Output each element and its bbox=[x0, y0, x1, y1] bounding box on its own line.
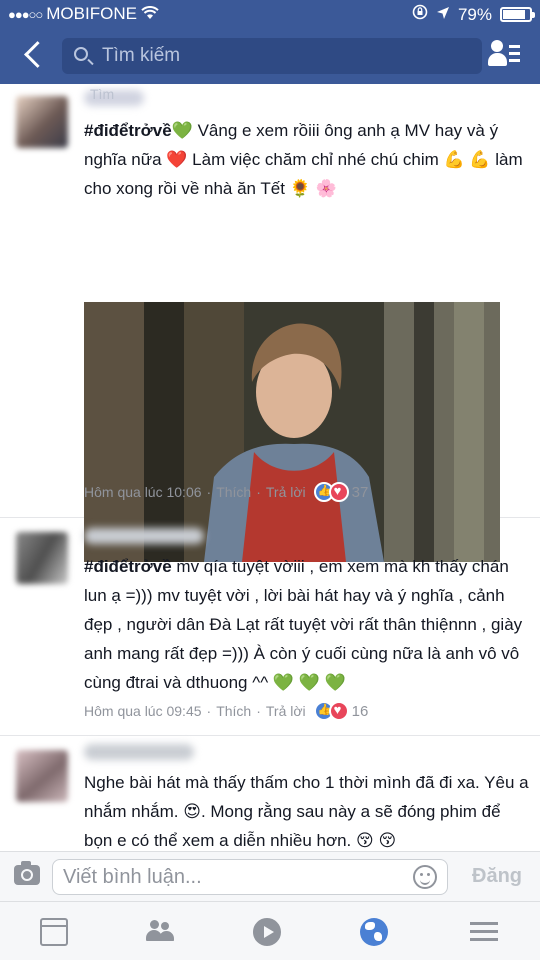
news-feed-icon[interactable] bbox=[40, 918, 68, 946]
search-input[interactable]: Tìm kiếm bbox=[62, 38, 482, 74]
avatar[interactable] bbox=[16, 750, 68, 802]
battery-percent: 79% bbox=[457, 4, 492, 24]
comment-item: #điđểtrởvề mv qía tuyệt vờiii , em xem m… bbox=[0, 518, 540, 736]
menu-icon[interactable] bbox=[470, 918, 498, 946]
love-reaction-icon bbox=[328, 701, 349, 721]
battery-icon bbox=[500, 7, 535, 22]
friends-icon[interactable] bbox=[146, 918, 174, 946]
reaction-count: 37 bbox=[351, 483, 369, 501]
reactions[interactable]: 16 bbox=[313, 701, 369, 721]
comment-item: Nghe bài hát mà thấy thấm cho 1 thời mìn… bbox=[0, 736, 540, 851]
friend-requests-icon[interactable] bbox=[488, 40, 520, 70]
comment-time[interactable]: Hôm qua lúc 10:06 bbox=[84, 484, 202, 500]
faded-label: Tìm bbox=[90, 86, 115, 102]
comment-meta: Hôm qua lúc 10:06 · Thích · Trả lời 37 bbox=[84, 482, 368, 502]
top-bar: ●●●○○ MOBIFONE 79% Tìm kiếm bbox=[0, 0, 540, 84]
signal-icon: ●●●○○ bbox=[8, 6, 43, 22]
nav-bar: Tìm kiếm bbox=[0, 30, 540, 82]
avatar[interactable] bbox=[16, 96, 68, 148]
comment-text: #điđểtrởvề💚 Vâng e xem rồiii ông anh ạ M… bbox=[84, 121, 523, 198]
like-link[interactable]: Thích bbox=[216, 703, 251, 719]
comment-text: #điđểtrởvề mv qía tuyệt vờiii , em xem m… bbox=[84, 557, 523, 692]
comment-text: Nghe bài hát mà thấy thấm cho 1 thời mìn… bbox=[84, 773, 529, 850]
location-icon bbox=[436, 5, 450, 25]
author-name-blurred[interactable] bbox=[84, 528, 204, 544]
tab-bar bbox=[0, 901, 540, 960]
lock-rotation-icon bbox=[412, 4, 428, 25]
search-placeholder: Tìm kiếm bbox=[102, 45, 181, 66]
reply-link[interactable]: Trả lời bbox=[266, 484, 306, 500]
back-chevron-icon[interactable] bbox=[20, 40, 50, 70]
like-link[interactable]: Thích bbox=[216, 484, 251, 500]
emoji-icon[interactable] bbox=[413, 865, 437, 889]
reactions[interactable]: 37 bbox=[313, 482, 369, 502]
search-icon bbox=[74, 47, 88, 61]
reaction-count: 16 bbox=[351, 702, 369, 720]
comment-meta: Hôm qua lúc 09:45 · Thích · Trả lời 16 bbox=[84, 701, 368, 721]
reply-link[interactable]: Trả lời bbox=[266, 703, 306, 719]
comment-item: Tìm #điđểtrởvề💚 Vâng e xem rồiii ông anh… bbox=[0, 84, 540, 562]
camera-icon[interactable] bbox=[14, 861, 40, 885]
status-bar: ●●●○○ MOBIFONE 79% bbox=[0, 0, 540, 28]
video-icon[interactable] bbox=[253, 918, 281, 946]
post-button[interactable]: Đăng bbox=[472, 865, 522, 888]
comment-placeholder: Viết bình luận... bbox=[63, 866, 202, 888]
notifications-globe-icon[interactable] bbox=[360, 918, 388, 946]
comment-composer: Viết bình luận... Đăng bbox=[0, 851, 540, 901]
hashtag-link[interactable]: #điđểtrởvề bbox=[84, 121, 172, 140]
carrier-name: MOBIFONE bbox=[46, 4, 137, 23]
avatar[interactable] bbox=[16, 532, 68, 584]
comment-time[interactable]: Hôm qua lúc 09:45 bbox=[84, 703, 202, 719]
author-name-blurred[interactable] bbox=[84, 744, 194, 760]
love-reaction-icon bbox=[328, 482, 349, 502]
hashtag-link[interactable]: #điđểtrởvề bbox=[84, 557, 172, 576]
comment-input[interactable]: Viết bình luận... bbox=[52, 859, 448, 895]
wifi-icon bbox=[141, 5, 159, 23]
